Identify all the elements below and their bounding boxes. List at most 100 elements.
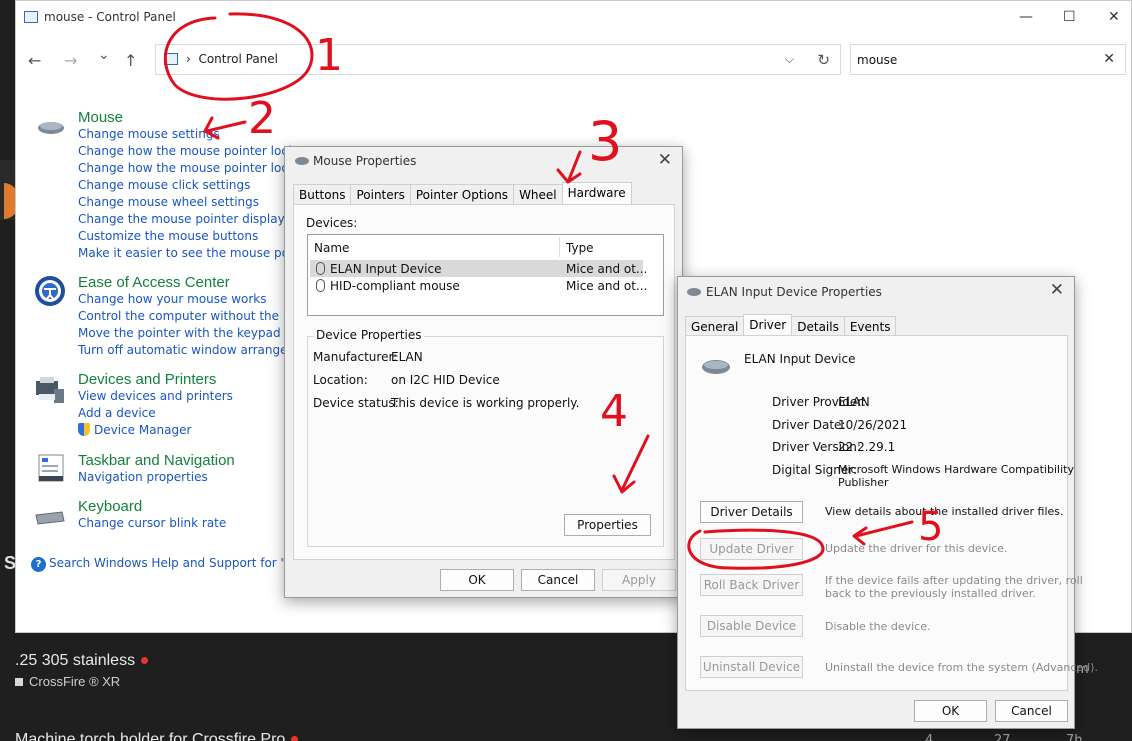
group-mouse: Mouse Change mouse settings Change how t… (78, 109, 318, 262)
mouse-icon (38, 122, 64, 134)
properties-button[interactable]: Properties (564, 514, 651, 536)
group-heading-taskbar[interactable]: Taskbar and Navigation (78, 452, 235, 469)
driver-details-button[interactable]: Driver Details (700, 501, 803, 523)
recent-locations-button[interactable]: ⌄ (98, 47, 110, 63)
location-label: Location: (313, 373, 368, 387)
close-icon[interactable]: ✕ (658, 150, 672, 170)
link-device-manager[interactable]: Device Manager (78, 422, 233, 439)
link-view-devices[interactable]: View devices and printers (78, 388, 233, 405)
link-mouse-works[interactable]: Change how your mouse works (78, 291, 317, 308)
unread-dot (291, 736, 299, 741)
column-header-type[interactable]: Type (566, 241, 594, 255)
address-dropdown-icon[interactable]: ⌵ (785, 52, 794, 67)
ok-button[interactable]: OK (440, 569, 514, 591)
link-pointer-display[interactable]: Change the mouse pointer display or sp (78, 211, 318, 228)
device-type[interactable]: Mice and ot... (566, 279, 647, 293)
driver-date-label: Driver Date: (772, 418, 846, 432)
help-search-link[interactable]: ? Search Windows Help and Support for "mo… (31, 556, 319, 572)
roll-back-desc: If the device fails after updating the d… (825, 574, 1083, 587)
roll-back-driver-button[interactable]: Roll Back Driver (700, 574, 803, 596)
mouse-icon (687, 288, 701, 296)
disable-device-button[interactable]: Disable Device (700, 615, 803, 637)
bg-post-title-2-text[interactable]: Machine torch holder for Crossfire Pro (15, 731, 285, 741)
link-pointer-looks-2[interactable]: Change how the mouse pointer looks w (78, 160, 318, 177)
device-mouse-icon (702, 360, 730, 374)
ease-of-access-icon (35, 276, 65, 306)
link-keypad[interactable]: Move the pointer with the keypad using (78, 325, 317, 342)
device-name: ELAN Input Device (744, 352, 856, 366)
taskbar-icon (38, 454, 64, 482)
bg-stat-1: 4 (925, 733, 934, 741)
bg-post-title-2[interactable]: Machine torch holder for Crossfire Pro (15, 731, 299, 741)
help-search-text[interactable]: Search Windows Help and Support for "mou… (49, 556, 319, 570)
link-device-manager-text[interactable]: Device Manager (94, 423, 191, 437)
refresh-icon[interactable]: ↻ (817, 51, 830, 69)
bg-post-title-text[interactable]: .25 305 stainless (15, 652, 135, 669)
device-name[interactable]: HID-compliant mouse (330, 279, 460, 293)
link-easier-pointer[interactable]: Make it easier to see the mouse pointer (78, 245, 318, 262)
cancel-button[interactable]: Cancel (995, 700, 1068, 722)
group-heading-mouse[interactable]: Mouse (78, 109, 318, 126)
driver-version-value: 22.2.29.1 (838, 440, 896, 454)
address-bar[interactable]: › Control Panel ⌵ ↻ (155, 44, 841, 75)
group-devices-printers: Devices and Printers View devices and pr… (78, 371, 233, 439)
minimize-button[interactable]: — (1019, 9, 1033, 25)
device-type[interactable]: Mice and ot... (566, 262, 647, 276)
link-window-arrangement[interactable]: Turn off automatic window arrangemen (78, 342, 317, 359)
tab-hardware[interactable]: Hardware (561, 182, 632, 206)
breadcrumb[interactable]: › Control Panel (186, 52, 278, 66)
apply-button[interactable]: Apply (602, 569, 676, 591)
bg-post-tag[interactable]: CrossFire ® XR (15, 674, 120, 689)
bg-post-title[interactable]: .25 305 stainless (15, 652, 149, 670)
close-button[interactable]: ✕ (1108, 9, 1120, 25)
breadcrumb-control-panel[interactable]: Control Panel (198, 52, 278, 66)
group-heading-keyboard[interactable]: Keyboard (78, 498, 226, 515)
forward-button[interactable]: → (64, 51, 77, 70)
manufacturer-label: Manufacturer: (313, 350, 398, 364)
devices-list[interactable]: Name Type ELAN Input Device Mice and ot.… (307, 234, 664, 316)
link-change-mouse-settings[interactable]: Change mouse settings (78, 126, 318, 143)
group-heading-ease-of-access[interactable]: Ease of Access Center (78, 274, 317, 291)
dialog-title: Mouse Properties (313, 154, 417, 168)
link-navigation-properties[interactable]: Navigation properties (78, 469, 235, 486)
mouse-properties-dialog: Mouse Properties ✕ Buttons Pointers Poin… (284, 146, 683, 598)
digital-signer-value-2: Publisher (838, 476, 889, 489)
keyboard-icon (35, 511, 65, 525)
group-heading-devices-printers[interactable]: Devices and Printers (78, 371, 233, 388)
link-customize-buttons[interactable]: Customize the mouse buttons (78, 228, 318, 245)
help-icon: ? (31, 557, 46, 572)
ok-button[interactable]: OK (914, 700, 987, 722)
device-mouse-icon (316, 279, 325, 292)
dialog-title: ELAN Input Device Properties (706, 285, 882, 299)
bg-post-tag-text[interactable]: CrossFire ® XR (29, 674, 120, 689)
hardware-panel: Devices: Name Type ELAN Input Device Mic… (293, 204, 675, 560)
maximize-button[interactable]: ☐ (1063, 9, 1076, 25)
driver-provider-value: ELAN (838, 395, 870, 409)
shield-icon (78, 423, 90, 436)
up-button[interactable]: ↑ (124, 51, 137, 70)
search-input[interactable]: mouse (857, 53, 897, 67)
bg-stat-3: 7h (1066, 733, 1083, 741)
link-cursor-blink[interactable]: Change cursor blink rate (78, 515, 226, 532)
link-without-mouse[interactable]: Control the computer without the mou (78, 308, 317, 325)
close-icon[interactable]: ✕ (1050, 280, 1064, 300)
devices-label: Devices: (306, 216, 358, 230)
uninstall-device-button[interactable]: Uninstall Device (700, 656, 803, 678)
back-button[interactable]: ← (28, 51, 41, 70)
status-value: This device is working properly. (391, 396, 580, 410)
clear-search-icon[interactable]: ✕ (1103, 51, 1115, 67)
driver-details-desc: View details about the installed driver … (825, 505, 1064, 518)
update-driver-button[interactable]: Update Driver (700, 538, 803, 560)
group-keyboard: Keyboard Change cursor blink rate (78, 498, 226, 532)
link-click-settings[interactable]: Change mouse click settings (78, 177, 318, 194)
link-wheel-settings[interactable]: Change mouse wheel settings (78, 194, 318, 211)
devices-printers-icon (36, 377, 64, 403)
cancel-button[interactable]: Cancel (521, 569, 595, 591)
window-title: mouse - Control Panel (24, 10, 176, 24)
column-header-name[interactable]: Name (314, 241, 349, 255)
manufacturer-value: ELAN (391, 350, 423, 364)
link-pointer-looks[interactable]: Change how the mouse pointer looks (78, 143, 318, 160)
device-name[interactable]: ELAN Input Device (330, 262, 441, 276)
search-box[interactable]: mouse ✕ (850, 44, 1126, 75)
link-add-device[interactable]: Add a device (78, 405, 233, 422)
